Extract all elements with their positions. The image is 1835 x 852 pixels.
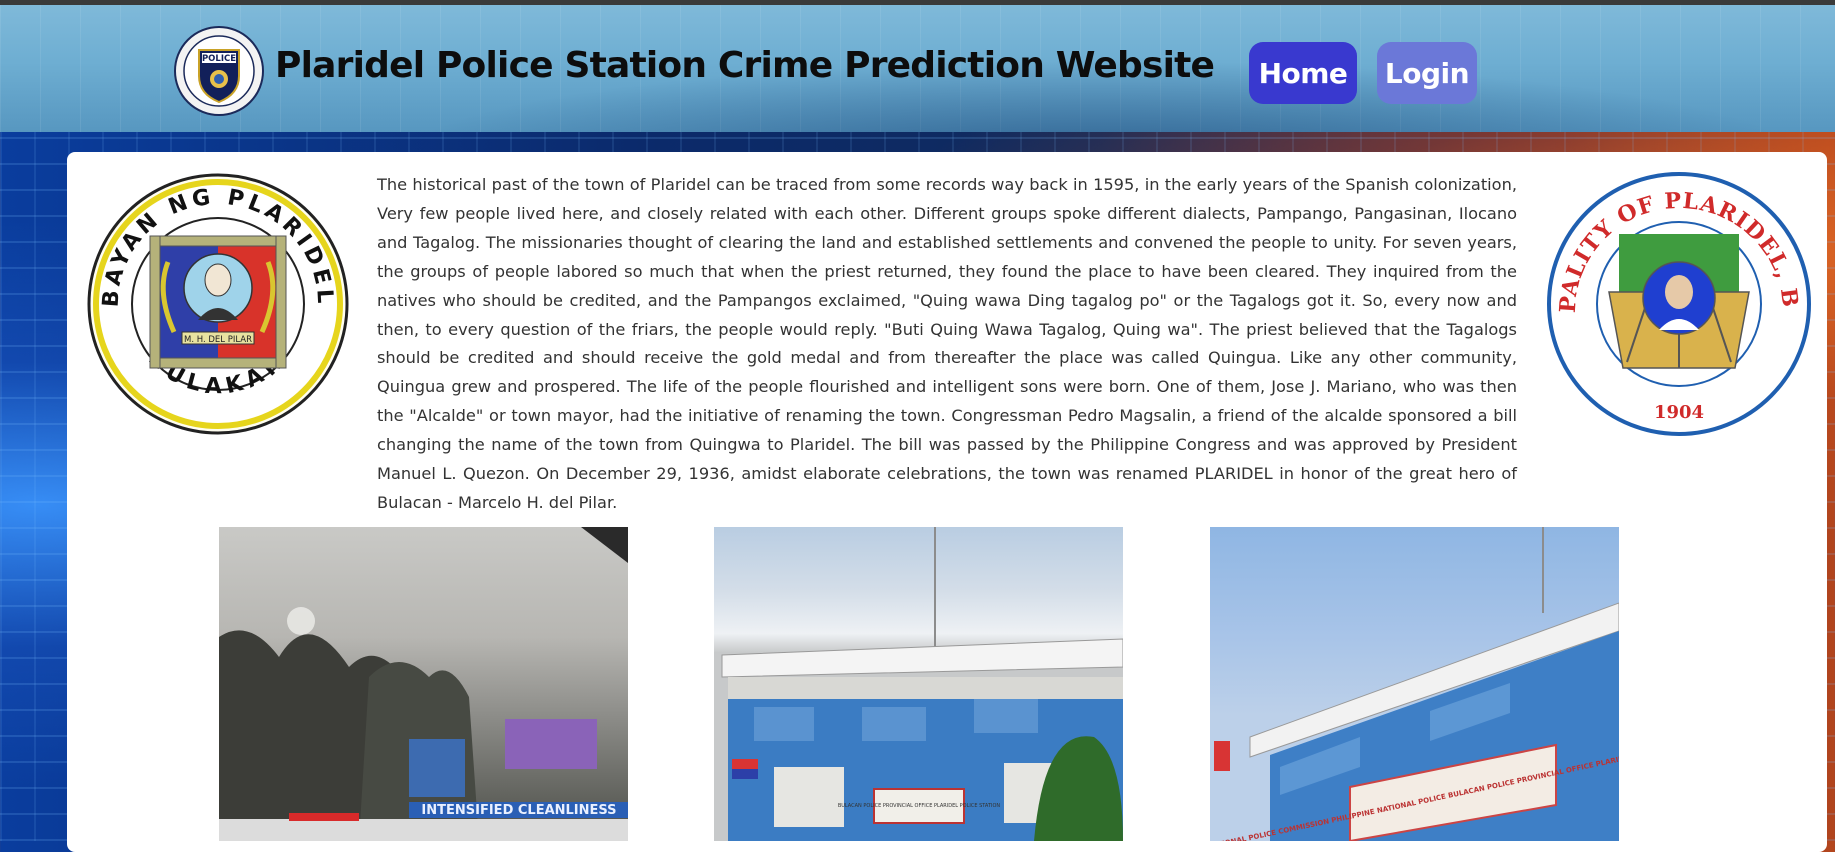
login-button[interactable]: Login: [1377, 42, 1477, 104]
photo-1-sign: INTENSIFIED CLEANLINESS: [421, 803, 616, 818]
station-photo-1: INTENSIFIED CLEANLINESS: [219, 527, 628, 841]
site-header: POLICE Plaridel Police Station Crime Pre…: [0, 5, 1835, 132]
police-logo: POLICE: [174, 26, 264, 116]
bayan-ng-plaridel-seal: BAYAN NG PLARIDEL BULAKAN M. H. DEL PILA…: [87, 173, 349, 435]
seal-right-year: 1904: [1654, 402, 1704, 423]
municipality-seal: MUNICIPALITY OF PLARIDEL, BULACAN 1904: [1547, 172, 1811, 436]
logo-police-text: POLICE: [202, 54, 236, 64]
seal-left-banner: M. H. DEL PILAR: [184, 335, 252, 345]
home-button[interactable]: Home: [1249, 42, 1357, 104]
station-photo-2: BULACAN POLICE PROVINCIAL OFFICE PLARIDE…: [714, 527, 1123, 841]
site-title: Plaridel Police Station Crime Prediction…: [275, 45, 1215, 86]
photo-2-sign: BULACAN POLICE PROVINCIAL OFFICE PLARIDE…: [838, 803, 1001, 809]
station-photo-3: NATIONAL POLICE COMMISSION PHILIPPINE NA…: [1210, 527, 1619, 841]
history-paragraph: The historical past of the town of Plari…: [377, 175, 1517, 512]
